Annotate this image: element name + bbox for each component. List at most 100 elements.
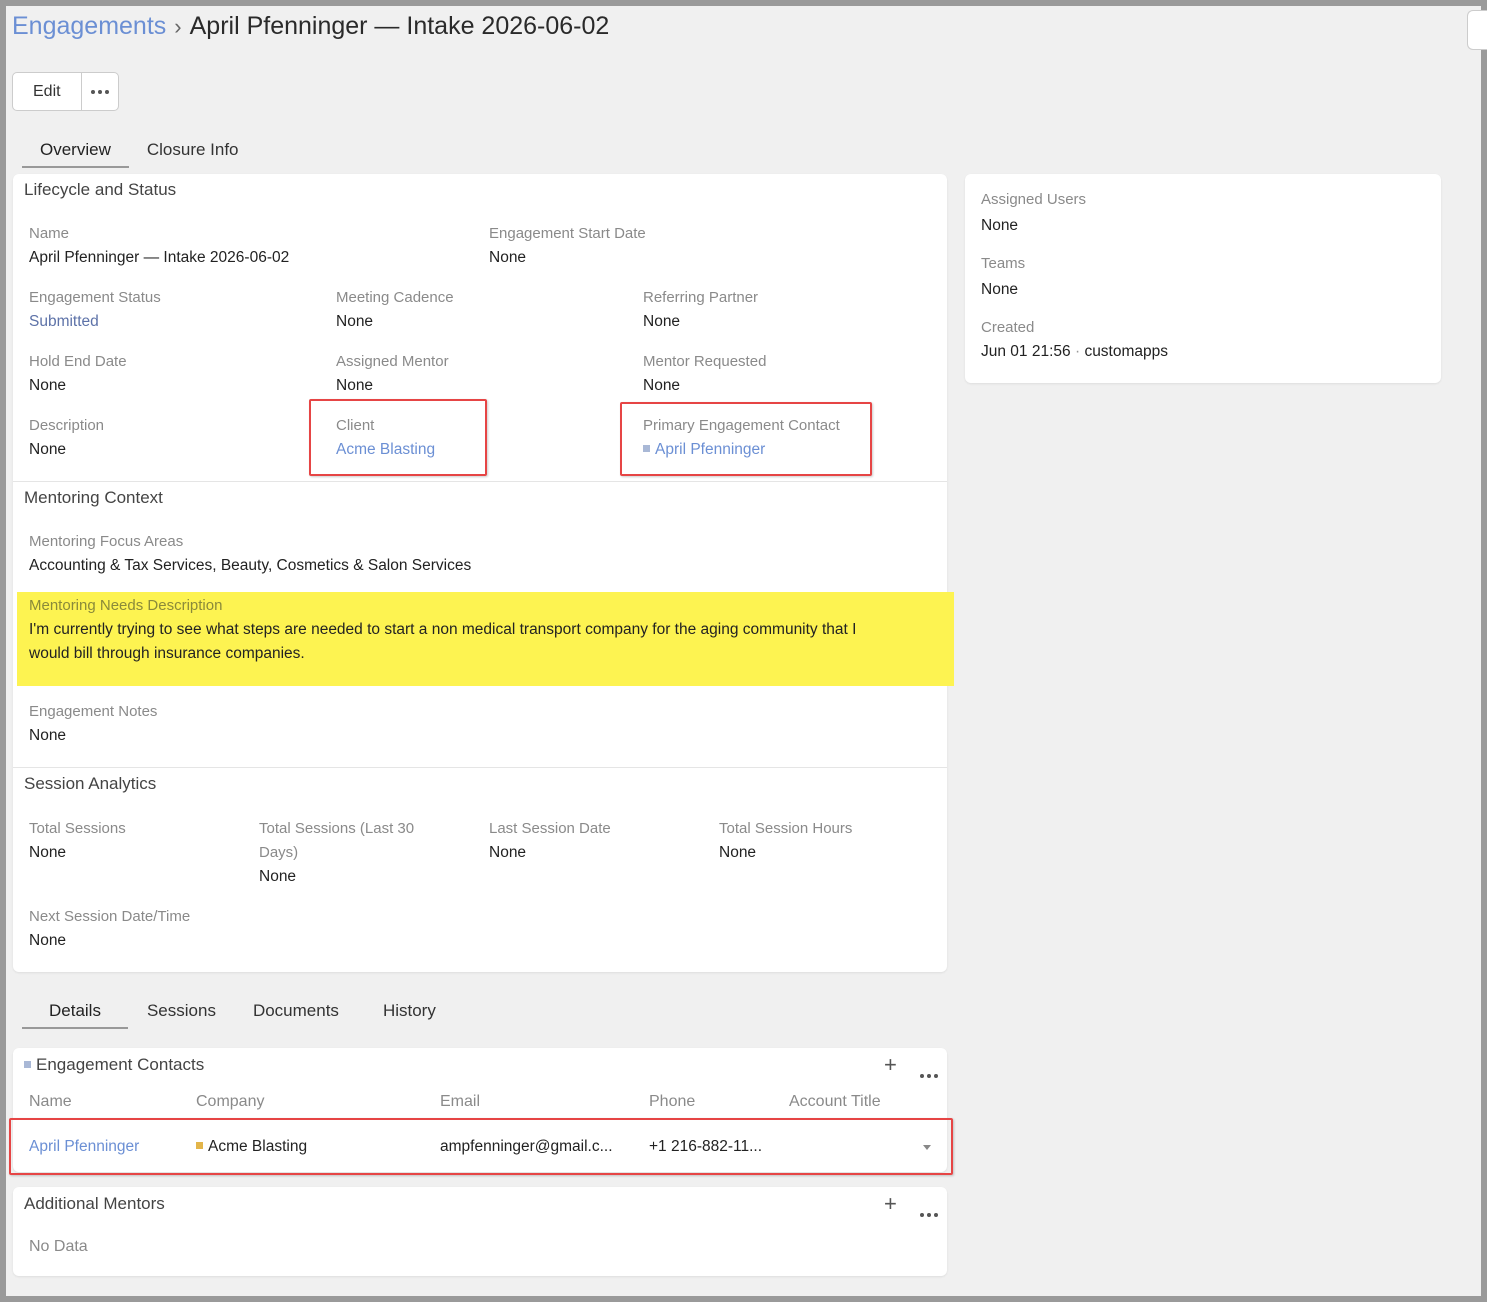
mentors-title: Additional Mentors xyxy=(24,1194,165,1213)
tab-history[interactable]: History xyxy=(359,995,454,1027)
created-by: customapps xyxy=(1084,343,1169,360)
start-date-label: Engagement Start Date xyxy=(489,225,646,242)
notes-value: None xyxy=(29,727,67,744)
mentoring-section-title: Mentoring Context xyxy=(24,488,163,507)
hold-field: Hold End Date None xyxy=(29,350,127,398)
needs-description-label: Mentoring Needs Description xyxy=(29,597,223,614)
description-label: Description xyxy=(29,417,105,434)
start-date-value: None xyxy=(489,249,527,266)
needs-description-line-1: I'm currently trying to see what steps a… xyxy=(29,621,857,638)
column-header-name: Name xyxy=(29,1093,72,1110)
tab-sessions[interactable]: Sessions xyxy=(128,995,226,1027)
section-divider xyxy=(13,767,947,768)
section-divider xyxy=(13,481,947,482)
contacts-title: Engagement Contacts xyxy=(24,1055,204,1075)
assigned-users-value: None xyxy=(981,217,1019,234)
total-sessions-value: None xyxy=(29,844,67,861)
app-window: Engagements › April Pfenninger — Intake 20… xyxy=(6,6,1481,1296)
top-tabs: Overview Closure Info xyxy=(22,134,257,168)
breadcrumb-engagements-link[interactable]: Engagements xyxy=(12,12,166,40)
session-hours-label: Total Session Hours xyxy=(719,820,853,837)
tab-closure-info[interactable]: Closure Info xyxy=(129,134,257,166)
notes-label: Engagement Notes xyxy=(29,703,158,720)
column-header-phone: Phone xyxy=(649,1093,696,1110)
more-horizontal-icon xyxy=(920,1213,938,1217)
page-title: April Pfenninger — Intake 2026-06-02 xyxy=(189,12,610,40)
teams-value: None xyxy=(981,281,1019,298)
mentor-requested-field: Mentor Requested None xyxy=(643,350,766,398)
hold-value: None xyxy=(29,377,67,394)
total-sessions-label: Total Sessions xyxy=(29,820,126,837)
mentors-more-button[interactable] xyxy=(920,1204,938,1222)
assigned-users-field: Assigned Users None xyxy=(981,188,1086,238)
sessions-last30-field: Total Sessions (Last 30 Days) None xyxy=(259,817,414,889)
name-field: Name April Pfenninger — Intake 2026-06-0… xyxy=(29,222,289,270)
mentors-empty-text: No Data xyxy=(29,1238,88,1255)
last-session-label: Last Session Date xyxy=(489,820,611,837)
mentor-label: Assigned Mentor xyxy=(336,353,449,370)
lifecycle-section-title: Lifecycle and Status xyxy=(24,180,177,199)
client-annotation-box xyxy=(309,399,487,476)
more-actions-button[interactable] xyxy=(80,73,118,110)
cadence-value: None xyxy=(336,313,374,330)
additional-mentors-card: Additional Mentors + No Data xyxy=(13,1187,947,1276)
sessions-last30-label-2: Days) xyxy=(259,844,299,861)
column-header-email: Email xyxy=(440,1093,481,1110)
primary-contact-annotation-box xyxy=(620,402,872,476)
side-info-card: Assigned Users None Teams None Created J… xyxy=(965,174,1441,383)
sessions-last30-label-1: Total Sessions (Last 30 xyxy=(259,820,415,837)
name-value: April Pfenninger — Intake 2026-06-02 xyxy=(29,249,290,266)
referring-field: Referring Partner None xyxy=(643,286,758,334)
session-hours-field: Total Session Hours None xyxy=(719,817,852,865)
needs-description-line-2: would bill through insurance companies. xyxy=(29,645,305,662)
mentor-requested-value: None xyxy=(643,377,681,394)
created-label: Created xyxy=(981,319,1035,336)
status-label: Engagement Status xyxy=(29,289,161,306)
bottom-tabs: Details Sessions Documents History xyxy=(22,995,454,1029)
created-value: Jun 01 21:56 · customapps xyxy=(981,340,1168,364)
tab-details[interactable]: Details xyxy=(22,995,128,1029)
teams-field: Teams None xyxy=(981,252,1025,302)
next-session-label: Next Session Date/Time xyxy=(29,908,191,925)
status-field: Engagement Status Submitted xyxy=(29,286,161,334)
description-field: Description None xyxy=(29,414,104,462)
description-value: None xyxy=(29,441,67,458)
analytics-section-title: Session Analytics xyxy=(24,774,157,793)
hold-label: Hold End Date xyxy=(29,353,127,370)
contact-row-annotation-box xyxy=(9,1118,953,1175)
focus-areas-label: Mentoring Focus Areas xyxy=(29,533,184,550)
last-session-field: Last Session Date None xyxy=(489,817,611,865)
add-mentor-button[interactable]: + xyxy=(884,1193,897,1215)
referring-value: None xyxy=(643,313,681,330)
name-label: Name xyxy=(29,225,70,242)
tab-overview[interactable]: Overview xyxy=(22,134,129,168)
more-horizontal-icon xyxy=(90,89,109,94)
action-button-group: Edit xyxy=(12,72,119,111)
add-contact-button[interactable]: + xyxy=(884,1054,897,1076)
cadence-label: Meeting Cadence xyxy=(336,289,454,306)
notes-field: Engagement Notes None xyxy=(29,700,157,748)
breadcrumb: Engagements › April Pfenninger — Intake 20… xyxy=(12,12,609,41)
session-hours-value: None xyxy=(719,844,757,861)
status-value: Submitted xyxy=(29,313,99,330)
next-session-field: Next Session Date/Time None xyxy=(29,905,190,953)
contacts-marker-icon xyxy=(24,1061,31,1069)
mentor-field: Assigned Mentor None xyxy=(336,350,449,398)
last-session-value: None xyxy=(489,844,527,861)
contacts-more-button[interactable] xyxy=(920,1065,938,1083)
chevron-right-icon: › xyxy=(174,14,182,39)
column-header-company: Company xyxy=(196,1093,265,1110)
created-separator: · xyxy=(1074,343,1081,360)
focus-areas-value: Accounting & Tax Services, Beauty, Cosme… xyxy=(29,557,472,574)
focus-areas-field: Mentoring Focus Areas Accounting & Tax S… xyxy=(29,530,471,578)
cadence-field: Meeting Cadence None xyxy=(336,286,454,334)
created-date: Jun 01 21:56 xyxy=(981,343,1071,360)
created-field: Created Jun 01 21:56 · customapps xyxy=(981,316,1168,364)
side-panel-toggle[interactable] xyxy=(1467,10,1487,50)
next-session-value: None xyxy=(29,932,67,949)
mentor-requested-label: Mentor Requested xyxy=(643,353,767,370)
tab-documents[interactable]: Documents xyxy=(226,995,359,1027)
edit-button[interactable]: Edit xyxy=(13,73,81,110)
start-date-field: Engagement Start Date None xyxy=(489,222,646,270)
teams-label: Teams xyxy=(981,255,1026,272)
